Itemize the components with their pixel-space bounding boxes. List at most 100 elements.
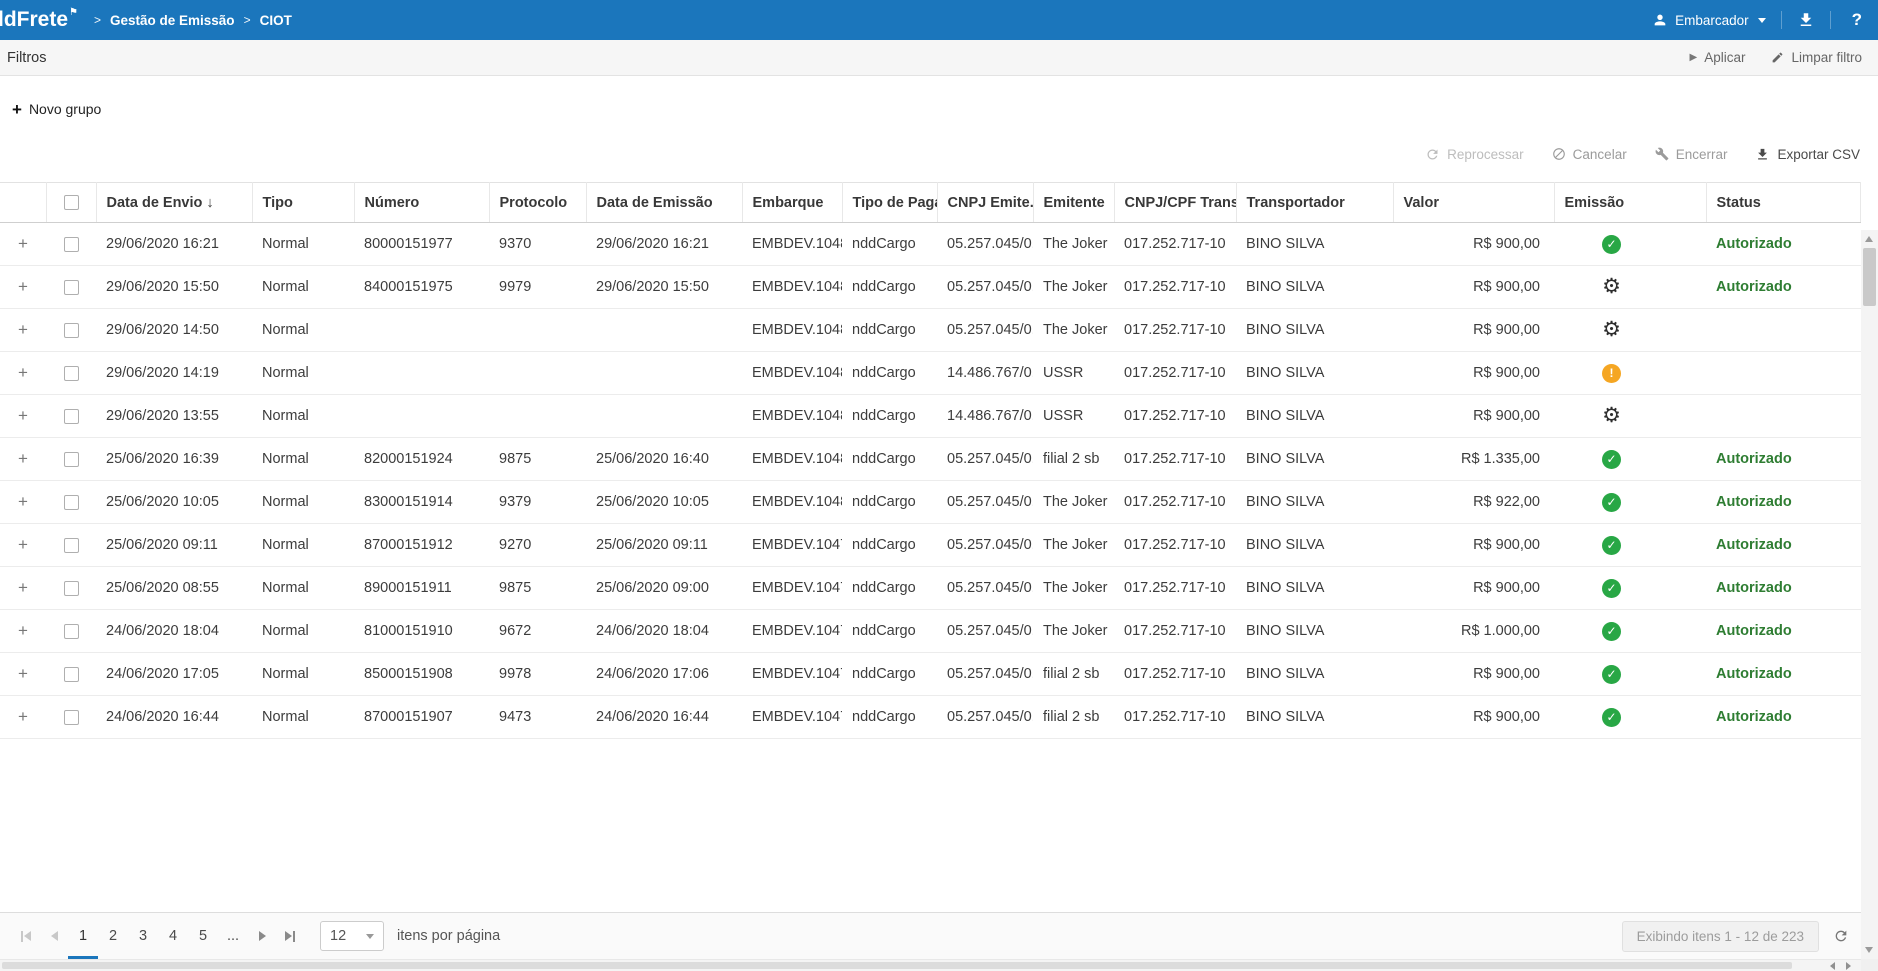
emission-gear-icon[interactable]: ⚙: [1602, 277, 1621, 296]
expand-row-icon[interactable]: +: [18, 664, 28, 683]
row-checkbox[interactable]: [64, 667, 79, 682]
table-row[interactable]: +24/06/2020 16:44Normal87000151907947324…: [0, 696, 1861, 739]
prev-page-button[interactable]: [40, 913, 68, 959]
expand-row-icon[interactable]: +: [18, 578, 28, 597]
row-checkbox[interactable]: [64, 538, 79, 553]
row-checkbox[interactable]: [64, 323, 79, 338]
expand-row-icon[interactable]: +: [18, 449, 28, 468]
page-number-1[interactable]: 1: [68, 913, 98, 959]
finish-button[interactable]: Encerrar: [1655, 147, 1728, 162]
header-tipo[interactable]: Tipo: [252, 183, 354, 223]
row-checkbox[interactable]: [64, 280, 79, 295]
reprocess-button[interactable]: Reprocessar: [1425, 147, 1524, 162]
expand-row-icon[interactable]: +: [18, 492, 28, 511]
help-button[interactable]: ?: [1846, 10, 1868, 30]
emission-success-icon[interactable]: ✓: [1602, 708, 1621, 727]
breadcrumb-item-ciot[interactable]: CIOT: [260, 13, 292, 28]
expand-row-icon[interactable]: +: [18, 621, 28, 640]
table-row[interactable]: +24/06/2020 17:05Normal85000151908997824…: [0, 653, 1861, 696]
header-data-de-emissao[interactable]: Data de Emissão: [586, 183, 742, 223]
vertical-scrollbar-thumb[interactable]: [1863, 248, 1876, 306]
emission-success-icon[interactable]: ✓: [1602, 450, 1621, 469]
row-checkbox[interactable]: [64, 452, 79, 467]
page-number-4[interactable]: 4: [158, 913, 188, 959]
header-status[interactable]: Status: [1706, 183, 1861, 223]
last-page-button[interactable]: [276, 913, 304, 959]
emission-success-icon[interactable]: ✓: [1602, 622, 1621, 641]
select-all-checkbox[interactable]: [64, 195, 79, 210]
scroll-left-arrow[interactable]: [1830, 962, 1835, 970]
table-row[interactable]: +29/06/2020 14:19NormalEMBDEV.104855nddC…: [0, 352, 1861, 395]
vertical-scrollbar[interactable]: [1861, 230, 1878, 959]
cell-cnpj-emitente: 05.257.045/0...: [937, 653, 1033, 696]
scroll-down-arrow[interactable]: [1865, 947, 1873, 953]
user-menu[interactable]: Embarcador: [1652, 12, 1766, 28]
cancel-button[interactable]: Cancelar: [1552, 147, 1627, 162]
emission-gear-icon[interactable]: ⚙: [1602, 320, 1621, 339]
breadcrumb-item-gestao-de-emissao[interactable]: Gestão de Emissão: [110, 13, 235, 28]
expand-row-icon[interactable]: +: [18, 535, 28, 554]
row-checkbox[interactable]: [64, 710, 79, 725]
horizontal-scrollbar[interactable]: [0, 959, 1861, 971]
expand-row-icon[interactable]: +: [18, 363, 28, 382]
scroll-right-arrow[interactable]: [1846, 962, 1851, 970]
new-group-button[interactable]: + Novo grupo: [12, 94, 101, 124]
page-number-2[interactable]: 2: [98, 913, 128, 959]
table-row[interactable]: +25/06/2020 10:05Normal83000151914937925…: [0, 481, 1861, 524]
app-logo[interactable]: ldFrete ⚑: [0, 0, 78, 40]
emission-gear-icon[interactable]: ⚙: [1602, 406, 1621, 425]
download-button[interactable]: [1797, 11, 1815, 29]
first-page-button[interactable]: [12, 913, 40, 959]
table-row[interactable]: +29/06/2020 15:50Normal84000151975997929…: [0, 266, 1861, 309]
table-row[interactable]: +24/06/2020 18:04Normal81000151910967224…: [0, 610, 1861, 653]
next-page-button[interactable]: [248, 913, 276, 959]
header-valor[interactable]: Valor: [1393, 183, 1554, 223]
emission-success-icon[interactable]: ✓: [1602, 493, 1621, 512]
emission-success-icon[interactable]: ✓: [1602, 235, 1621, 254]
expand-row-icon[interactable]: +: [18, 277, 28, 296]
header-data-de-envio[interactable]: Data de Envio↓: [96, 183, 252, 223]
table-row[interactable]: +25/06/2020 09:11Normal87000151912927025…: [0, 524, 1861, 567]
header-transportador[interactable]: Transportador: [1236, 183, 1393, 223]
row-checkbox[interactable]: [64, 495, 79, 510]
header-emissao[interactable]: Emissão: [1554, 183, 1706, 223]
refresh-button[interactable]: [1833, 928, 1849, 944]
row-checkbox[interactable]: [64, 409, 79, 424]
emission-success-icon[interactable]: ✓: [1602, 665, 1621, 684]
page-number-5[interactable]: 5: [188, 913, 218, 959]
emission-success-icon[interactable]: ✓: [1602, 579, 1621, 598]
header-cnpj-emitente[interactable]: CNPJ Emite...: [937, 183, 1033, 223]
table-row[interactable]: +25/06/2020 08:55Normal89000151911987525…: [0, 567, 1861, 610]
row-checkbox[interactable]: [64, 581, 79, 596]
header-tipo-de-pagamento[interactable]: Tipo de Paga...: [842, 183, 937, 223]
emission-success-icon[interactable]: ✓: [1602, 536, 1621, 555]
page-ellipsis[interactable]: ...: [218, 913, 248, 959]
table-row[interactable]: +29/06/2020 16:21Normal80000151977937029…: [0, 223, 1861, 266]
expand-row-icon[interactable]: +: [18, 406, 28, 425]
expand-row-icon[interactable]: +: [18, 707, 28, 726]
scroll-up-arrow[interactable]: [1865, 236, 1873, 242]
row-checkbox[interactable]: [64, 624, 79, 639]
row-checkbox[interactable]: [64, 366, 79, 381]
row-checkbox[interactable]: [64, 237, 79, 252]
table-row[interactable]: +29/06/2020 14:50NormalEMBDEV.104857nddC…: [0, 309, 1861, 352]
apply-filter-button[interactable]: ▶ Aplicar: [1690, 50, 1746, 65]
header-embarque[interactable]: Embarque: [742, 183, 842, 223]
table-row[interactable]: +29/06/2020 13:55NormalEMBDEV.104835nddC…: [0, 395, 1861, 438]
export-csv-button[interactable]: Exportar CSV: [1755, 147, 1860, 162]
page-size-select[interactable]: 12: [320, 921, 384, 951]
header-protocolo[interactable]: Protocolo: [489, 183, 586, 223]
divider: [1830, 11, 1831, 29]
cell-protocolo: 9672: [489, 610, 586, 653]
header-cnpj-cpf-transportador[interactable]: CNPJ/CPF Transp...: [1114, 183, 1236, 223]
expand-row-icon[interactable]: +: [18, 320, 28, 339]
export-csv-label: Exportar CSV: [1777, 147, 1860, 162]
expand-row-icon[interactable]: +: [18, 234, 28, 253]
emission-warning-icon[interactable]: !: [1602, 364, 1621, 383]
table-row[interactable]: +25/06/2020 16:39Normal82000151924987525…: [0, 438, 1861, 481]
clear-filter-button[interactable]: Limpar filtro: [1771, 50, 1862, 65]
header-emitente[interactable]: Emitente: [1033, 183, 1114, 223]
horizontal-scrollbar-thumb[interactable]: [2, 962, 1792, 969]
page-number-3[interactable]: 3: [128, 913, 158, 959]
header-numero[interactable]: Número: [354, 183, 489, 223]
